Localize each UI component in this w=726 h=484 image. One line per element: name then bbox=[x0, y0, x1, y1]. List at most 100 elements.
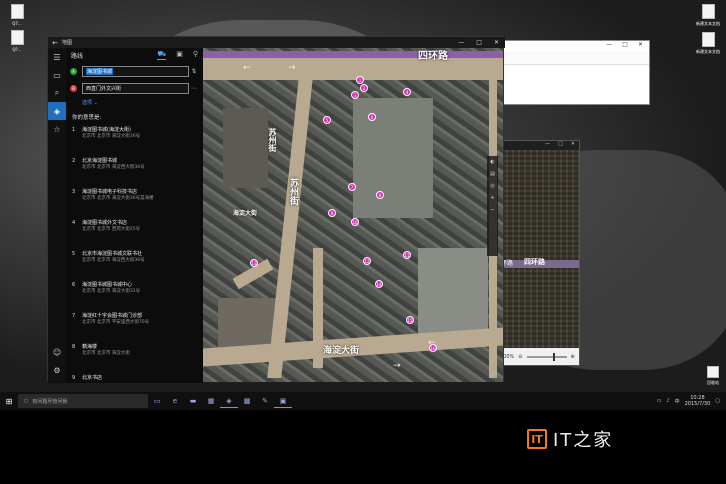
hamburger-icon[interactable]: ☰ bbox=[48, 48, 66, 66]
direction-arrow: ← bbox=[243, 63, 251, 73]
location-icon[interactable]: ◎ bbox=[490, 183, 494, 189]
map-pin[interactable]: 15 bbox=[406, 316, 414, 324]
waypoint-b-marker: B bbox=[70, 85, 77, 92]
close-button[interactable]: ✕ bbox=[494, 39, 499, 46]
store-icon[interactable]: ▦ bbox=[202, 394, 220, 408]
list-item[interactable]: 7 海淀红十字会图书城门诊部 北京市 北京市 平安里西大街70号 bbox=[66, 310, 203, 341]
map-pin[interactable]: 7 bbox=[348, 183, 356, 191]
search-placeholder: 有问题尽管问我 bbox=[32, 398, 68, 405]
desktop-icon[interactable]: 新建文本文档 bbox=[695, 4, 721, 27]
map-pin[interactable]: 11 bbox=[403, 251, 411, 259]
desktop: Q7... Q?... 新建文本文档 新建文本文档 回收站 — □ ✕ — □ … bbox=[0, 0, 726, 392]
desktop-icon[interactable]: 新建文本文档 bbox=[695, 32, 721, 55]
satellite-map[interactable]: 四环路 苏州街 苏州街 海淀大街 海淀大街 → ← ← → 1 2 3 4 5 … bbox=[203, 48, 503, 382]
volume-icon[interactable]: ♪ bbox=[666, 398, 669, 404]
back-button[interactable]: ← bbox=[48, 39, 62, 47]
list-item[interactable]: 2 北京海淀图书城 北京市 北京市 海淀西大街36号 bbox=[66, 155, 203, 186]
search-icon[interactable]: ⌕ bbox=[48, 84, 66, 102]
list-item[interactable]: 5 北京市海淀图书城文联书社 北京市 北京市 海淀西大街36号 bbox=[66, 248, 203, 279]
list-item[interactable]: 3 海淀图书城电子科技书店 北京市 北京市 海淀大街36号昊海楼 bbox=[66, 186, 203, 217]
maximize-button[interactable]: □ bbox=[622, 41, 628, 51]
network-icon[interactable]: ▭ bbox=[657, 398, 662, 404]
map-pin[interactable]: 9 bbox=[328, 209, 336, 217]
map-pin[interactable]: 6 bbox=[368, 113, 376, 121]
ime-icon[interactable]: 中 bbox=[675, 398, 680, 405]
map-pin[interactable]: 12 bbox=[363, 257, 371, 265]
minimize-button[interactable]: — bbox=[606, 41, 612, 51]
explorer-window[interactable]: — □ ✕ bbox=[497, 40, 650, 105]
zoom-slider[interactable] bbox=[526, 352, 567, 361]
maps-app-window[interactable]: ← 地图 — □ ✕ ☰ ▭ ⌕ ◈ ☆ ☺ ⚙ 路线 ⛟ ▣ ⚲ A 海淀图书… bbox=[47, 36, 505, 383]
compass-icon[interactable]: ◐ bbox=[490, 159, 494, 165]
recycle-bin[interactable]: 回收站 bbox=[700, 366, 726, 386]
tool-icon[interactable]: ✎ bbox=[256, 394, 274, 408]
account-icon[interactable]: ☺ bbox=[48, 343, 66, 361]
map-pin[interactable]: 16 bbox=[429, 344, 437, 352]
zoom-out-icon[interactable]: ⊖ bbox=[518, 354, 522, 360]
settings-icon[interactable]: ⚙ bbox=[48, 361, 66, 379]
status-bar: 100% ⊖ ⊕ bbox=[496, 348, 579, 365]
photos-icon[interactable]: ▩ bbox=[238, 394, 256, 408]
cortana-search[interactable]: ○ 有问题尽管问我 bbox=[18, 394, 148, 408]
close-button[interactable]: ✕ bbox=[638, 41, 643, 51]
layers-icon[interactable]: ▤ bbox=[490, 171, 495, 177]
waypoint-to: B 西直门外文兴街 ⋯ bbox=[66, 81, 203, 96]
map-pin[interactable]: 5 bbox=[323, 116, 331, 124]
directions-icon[interactable]: ◈ bbox=[48, 102, 66, 120]
file-icon bbox=[10, 4, 24, 19]
system-tray: ▭ ♪ 中 10:28 2015/7/30 ▢ bbox=[657, 395, 726, 407]
list-item[interactable]: 4 海淀图书城外文书店 北京市 北京市 西苑大街25号 bbox=[66, 217, 203, 248]
minimize-button[interactable]: — bbox=[458, 39, 464, 46]
zoom-in-icon[interactable]: + bbox=[490, 195, 494, 201]
maximize-button[interactable]: □ bbox=[476, 39, 482, 46]
windows-start-icon[interactable]: ⊞ bbox=[0, 397, 18, 406]
maximize-button[interactable]: □ bbox=[558, 141, 563, 150]
map-pin[interactable]: 8 bbox=[376, 191, 384, 199]
app-taskbar-icon[interactable]: ▣ bbox=[274, 394, 292, 408]
list-item[interactable]: 9 北京书店 bbox=[66, 372, 203, 386]
highway bbox=[203, 51, 503, 58]
road-label: 四环路 bbox=[524, 258, 545, 266]
bus-icon[interactable]: ▣ bbox=[176, 50, 183, 60]
desktop-icon[interactable]: Q?... bbox=[4, 30, 30, 52]
zoom-out-icon[interactable]: − bbox=[490, 207, 494, 213]
favorites-icon[interactable]: ☆ bbox=[48, 120, 66, 138]
task-view-icon[interactable]: ▭ bbox=[148, 394, 166, 408]
text-file-icon bbox=[701, 32, 715, 47]
cortana-icon: ○ bbox=[24, 398, 29, 404]
map-pin[interactable]: 1 bbox=[356, 76, 364, 84]
options-link[interactable]: 选项 ⌄ bbox=[66, 96, 203, 109]
map-window-2[interactable]: — □ ✕ 环路 四环路 100% ⊖ ⊕ bbox=[495, 140, 580, 366]
maps-taskbar-icon[interactable]: ◈ bbox=[220, 394, 238, 408]
from-input[interactable]: 海淀图书城 bbox=[82, 66, 189, 77]
road-label-top: 四环路 bbox=[418, 51, 448, 62]
minimize-button[interactable]: — bbox=[545, 141, 550, 150]
clock[interactable]: 10:28 2015/7/30 bbox=[685, 395, 711, 407]
edge-icon[interactable]: e bbox=[166, 394, 184, 408]
file-explorer-icon[interactable]: ▬ bbox=[184, 394, 202, 408]
to-input[interactable]: 西直门外文兴街 bbox=[82, 83, 189, 94]
zoom-in-icon[interactable]: ⊕ bbox=[571, 354, 575, 360]
desktop-icon[interactable]: Q7... bbox=[4, 4, 30, 26]
notification-icon[interactable]: ▢ bbox=[715, 398, 720, 404]
map-pin[interactable]: 3 bbox=[351, 91, 359, 99]
map-pin[interactable]: 10 bbox=[351, 218, 359, 226]
text-file-icon bbox=[701, 4, 715, 19]
map-pin[interactable]: 4 bbox=[403, 88, 411, 96]
satellite-map-2[interactable]: 环路 四环路 bbox=[496, 150, 579, 350]
map-icon[interactable]: ▭ bbox=[48, 66, 66, 84]
walk-icon[interactable]: ⚲ bbox=[193, 50, 198, 60]
building bbox=[353, 98, 433, 218]
map-pin[interactable]: 13 bbox=[250, 259, 258, 267]
swap-icon[interactable]: ⇅ bbox=[189, 68, 199, 75]
car-icon[interactable]: ⛟ bbox=[157, 50, 167, 60]
list-item[interactable]: 1 海淀图书城(海淀大街) 北京市 北京市 海淀大街36号 bbox=[66, 124, 203, 155]
more-icon[interactable]: ⋯ bbox=[189, 85, 199, 92]
title-bar: — □ ✕ bbox=[496, 141, 579, 150]
list-item[interactable]: 6 海淀图书城图书城中心 北京市 北京市 海淀大街31号 bbox=[66, 279, 203, 310]
road bbox=[313, 248, 323, 368]
map-pin[interactable]: 14 bbox=[375, 280, 383, 288]
list-item[interactable]: 8 籍海楼 北京市 北京市 海淀大街 bbox=[66, 341, 203, 372]
map-pin[interactable]: 2 bbox=[360, 84, 368, 92]
close-button[interactable]: ✕ bbox=[571, 141, 575, 150]
